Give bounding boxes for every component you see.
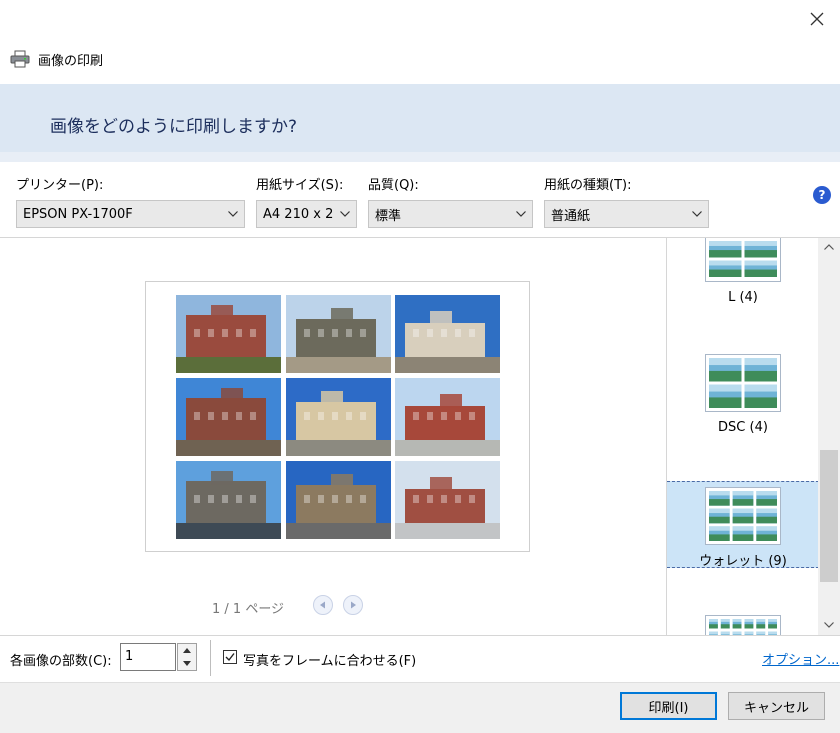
scroll-up-button[interactable] [818,238,840,256]
previous-page-button[interactable] [313,595,333,615]
paper-type-label: 用紙の種類(T): [544,178,632,193]
paper-type-select-value: 普通紙 [551,208,591,224]
options-link[interactable]: オプション... [762,649,839,668]
layout-preview-icon [705,238,781,282]
photo-thumbnail-prefectural-office [285,461,391,539]
checkmark-icon [225,653,235,662]
printer-select[interactable]: EPSON PX-1700F [16,200,245,228]
cancel-button[interactable]: キャンセル [728,692,825,720]
triangle-up-icon [183,648,191,653]
window-title: 画像の印刷 [38,53,104,69]
chevron-down-icon [510,201,532,227]
paper-type-select[interactable]: 普通紙 [544,200,709,228]
chevron-down-icon [686,201,708,227]
layout-option-3[interactable]: ウォレット (9) [667,481,819,569]
chevron-down-icon [334,201,356,227]
copies-input[interactable]: 1 [120,643,176,671]
paper-size-select-value: A4 210 x 297 mm [263,206,334,222]
layout-option-4[interactable] [667,610,819,635]
layout-caption: ウォレット (9) [699,554,787,569]
layout-caption: DSC (4) [718,420,768,435]
printer-select-value: EPSON PX-1700F [23,206,133,222]
printer-icon [10,50,30,68]
paper-size-select[interactable]: A4 210 x 297 mm [256,200,357,228]
photo-thumbnail-brick-clock-building [176,378,281,456]
layout-preview-icon [705,615,781,635]
page-counter: 1 / 1 ページ [212,602,285,617]
photo-thumbnail-classical-dome-building [395,295,500,373]
preview-page [145,281,530,552]
paper-size-label: 用紙サイズ(S): [256,178,344,193]
layout-preview-icon [705,354,781,412]
vertical-separator [210,640,211,676]
photo-thumbnail-red-brick-warehouse [395,378,500,456]
photo-thumbnail-domed-tower [285,295,391,373]
window-title-bar: 画像の印刷 [10,46,103,72]
scroll-down-button[interactable] [818,616,840,634]
chevron-up-icon [824,244,834,250]
page-question: 画像をどのように印刷しますか? [50,117,298,137]
print-button[interactable]: 印刷(I) [620,692,717,720]
next-page-button[interactable] [343,595,363,615]
copies-stepper[interactable] [177,643,197,671]
bottom-divider [0,635,840,636]
layout-caption: L (4) [728,290,758,305]
layout-list[interactable]: L (4) DSC (4) ウォレット (9) [666,238,819,635]
quality-select-value: 標準 [375,208,402,224]
layout-option-1[interactable]: L (4) [667,238,819,348]
photo-thumbnail-red-brick-mansion [176,295,281,373]
scrollbar-thumb[interactable] [820,450,838,582]
photo-thumbnail-warehouse-plaza [395,461,500,539]
copies-label: 各画像の部数(C): [10,654,112,669]
chevron-down-icon [222,201,244,227]
header-band-edge [0,152,840,162]
layout-preview-icon [705,487,781,545]
arrow-left-icon [320,601,325,609]
printer-label: プリンター(P): [16,178,104,193]
decrement-button[interactable] [178,657,196,670]
fit-to-frame-checkbox[interactable] [223,650,237,664]
fit-to-frame-label[interactable]: 写真をフレームに合わせる(F) [243,650,416,669]
close-icon [810,12,824,26]
photo-thumbnail-clock-tower-office [285,378,391,456]
quality-label: 品質(Q): [368,178,419,193]
arrow-right-icon [351,601,356,609]
chevron-down-icon [824,622,834,628]
triangle-down-icon [183,661,191,666]
close-button[interactable] [800,4,834,34]
photo-thumbnail-waterfront-boardwalk [176,461,281,539]
increment-button[interactable] [178,644,196,657]
quality-select[interactable]: 標準 [368,200,533,228]
layout-option-2[interactable]: DSC (4) [667,353,819,463]
help-icon[interactable]: ? [813,186,831,204]
